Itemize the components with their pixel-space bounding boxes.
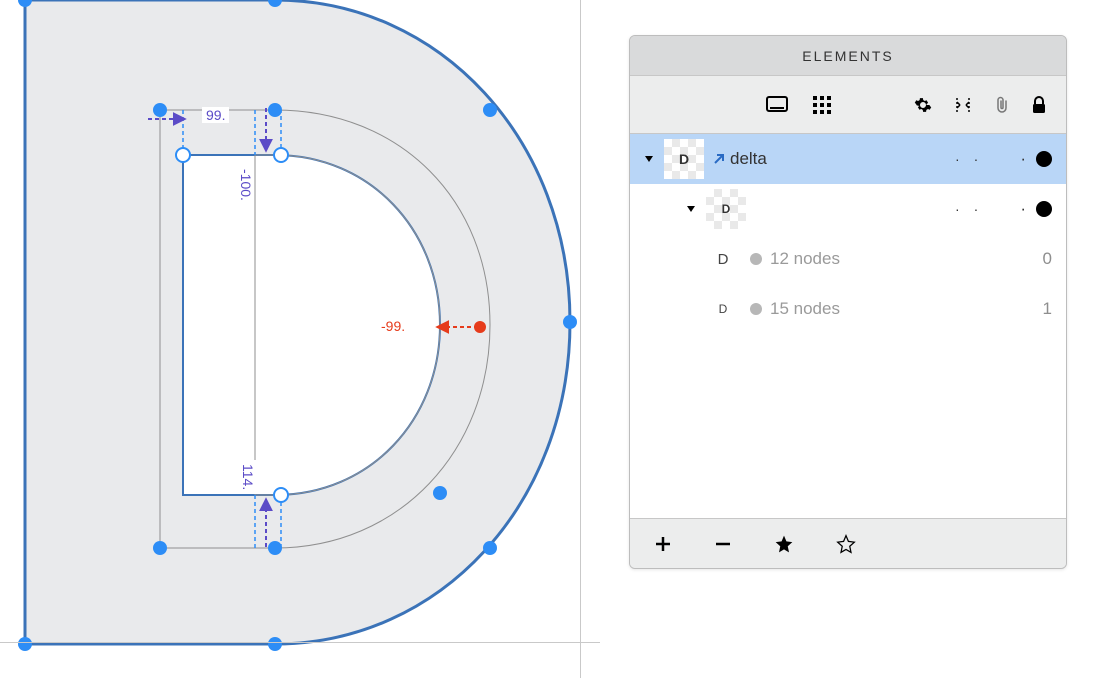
panel-toolbar xyxy=(630,76,1066,134)
add-button[interactable] xyxy=(654,535,672,553)
ruler-vertical xyxy=(580,0,581,678)
path-thumbnail: D xyxy=(708,244,738,274)
panel-footer xyxy=(630,518,1066,568)
tree-row-path-15[interactable]: D 15 nodes 1 xyxy=(630,284,1066,334)
grid-icon[interactable] xyxy=(812,95,832,115)
tree-row-delta[interactable]: D delta ·· · xyxy=(630,134,1066,184)
tree-row-path-12[interactable]: D 12 nodes 0 xyxy=(630,234,1066,284)
row-dots: ·· xyxy=(955,201,978,217)
tree-row-delta-child[interactable]: D ·· · xyxy=(630,184,1066,234)
ruler-horizontal xyxy=(0,642,600,643)
star-filled-button[interactable] xyxy=(774,534,794,554)
row-label: delta xyxy=(730,149,955,169)
path-dot-icon xyxy=(750,253,762,265)
elements-panel: ELEMENTS xyxy=(629,35,1067,569)
gear-icon[interactable] xyxy=(914,96,932,114)
red-source-node[interactable] xyxy=(474,321,486,333)
path-thumbnail: D xyxy=(708,294,738,324)
attachment-icon[interactable] xyxy=(994,96,1010,114)
element-tree[interactable]: D delta ·· · D ·· · xyxy=(630,134,1066,518)
glyph-canvas[interactable]: 99. -100. -99. 114. xyxy=(0,0,600,678)
measure-neg100: -100. xyxy=(238,165,254,205)
snap-icon[interactable] xyxy=(954,96,972,114)
fill-indicator[interactable] xyxy=(1036,151,1052,167)
fill-indicator[interactable] xyxy=(1036,201,1052,217)
row-label: 15 nodes xyxy=(770,299,1032,319)
row-label: 12 nodes xyxy=(770,249,1032,269)
glyph-thumbnail: D xyxy=(706,189,746,229)
row-dot-3: · xyxy=(1020,149,1026,169)
measure-114: 114. xyxy=(240,460,256,494)
path-index: 0 xyxy=(1032,249,1052,269)
path-index: 1 xyxy=(1032,299,1052,319)
row-dot-3: · xyxy=(1020,199,1026,219)
panel-title: ELEMENTS xyxy=(630,36,1066,76)
row-dots: ·· xyxy=(955,151,978,167)
measure-99: 99. xyxy=(202,107,229,123)
disclosure-triangle[interactable] xyxy=(640,153,658,165)
keyboard-icon[interactable] xyxy=(766,95,788,115)
link-arrow-icon xyxy=(710,150,728,168)
disclosure-triangle[interactable] xyxy=(682,203,700,215)
star-outline-button[interactable] xyxy=(836,534,856,554)
glyph-svg xyxy=(0,0,600,678)
lock-icon[interactable] xyxy=(1032,96,1046,114)
measure-neg99: -99. xyxy=(377,318,409,334)
glyph-thumbnail: D xyxy=(664,139,704,179)
remove-button[interactable] xyxy=(714,535,732,553)
path-dot-icon xyxy=(750,303,762,315)
